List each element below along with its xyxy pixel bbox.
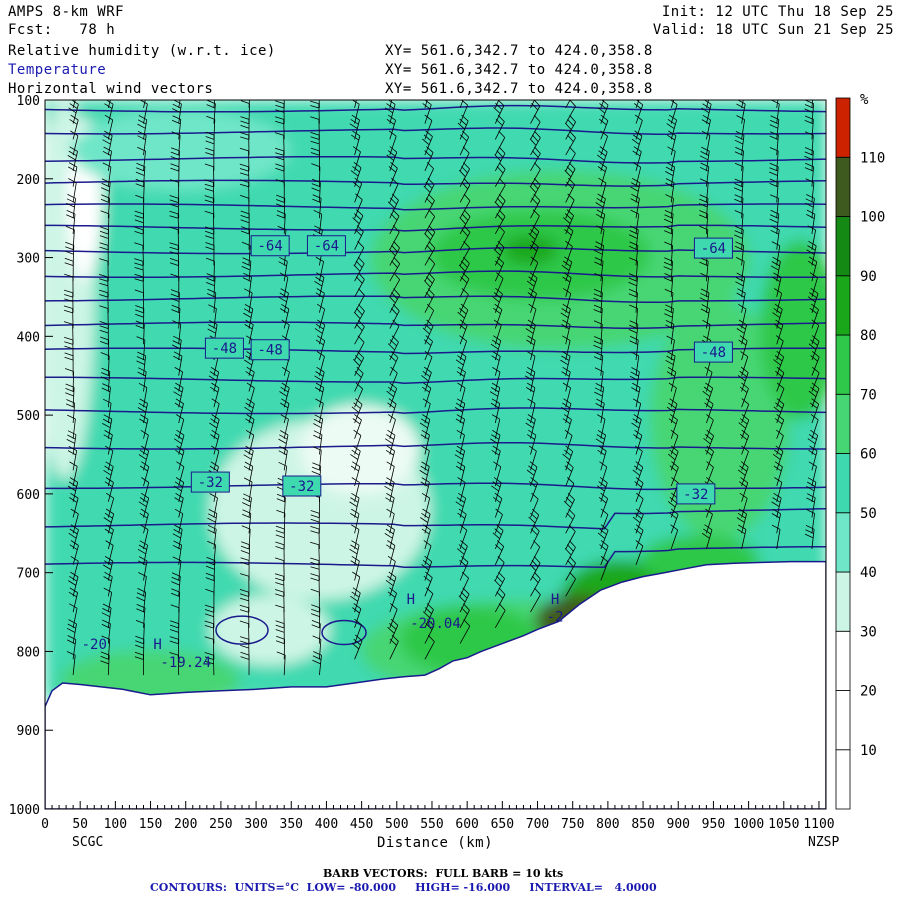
x-tick-label: 450 [350,817,373,832]
temperature-label: -32 [683,487,708,503]
temperature-label: -48 [212,341,237,357]
colorbar-tick-label: 100 [860,210,885,226]
y-tick-label: 300 [17,252,40,267]
colorbar-segment [835,393,851,454]
colorbar-tick-label: 10 [860,743,877,759]
extrema-label: -20 [82,637,107,653]
x-tick-label: 500 [385,817,408,832]
temperature-label: -64 [701,241,726,257]
extrema-label: H [153,637,161,653]
x-tick-label: 650 [491,817,514,832]
x-axis-label: Distance (km) [377,835,493,851]
colorbar-tick-label: 20 [860,684,877,700]
extrema-label: -19.24 [160,655,211,671]
colorbar-segment [835,216,851,277]
x-tick-label: 850 [631,817,654,832]
cross-section-chart: -64 -64 -64-48 -48 -48-32 -32 -32 -20 H-19.24H-… [9,92,886,851]
y-tick-label: 200 [17,173,40,188]
x-tick-label: 1050 [768,817,799,832]
x-tick-label: 550 [420,817,443,832]
extrema-label: H [407,592,415,608]
x-tick-label: 1100 [803,817,834,832]
colorbar-tick-label: 70 [860,387,877,403]
x-tick-label: 100 [104,817,127,832]
plot-area: -64 -64 -64 -48 -48 -48 -32 -32 -32 -20 H -19.24 H -… [45,100,826,809]
x-endpoint-left: SCGC [72,835,103,850]
temperature-label: -64 [314,239,339,255]
extrema-label: -20.04 [410,616,461,632]
x-tick-label: 600 [455,817,478,832]
colorbar-segment [835,571,851,632]
x-tick-label: 1000 [733,817,764,832]
colorbar-tick-label: 110 [860,150,885,166]
x-tick-label: 900 [667,817,690,832]
colorbar-tick-label: 40 [860,565,877,581]
colorbar-tick-label: 60 [860,447,877,463]
x-tick-label: 400 [315,817,338,832]
y-tick-label: 700 [17,567,40,582]
x-tick-label: 200 [174,817,197,832]
x-tick-label: 0 [41,817,49,832]
colorbar-tick-label: 50 [860,506,877,522]
colorbar-segment [835,512,851,573]
temperature-label: -64 [258,239,283,255]
y-tick-label: 600 [17,488,40,503]
x-tick-label: 800 [596,817,619,832]
rh-moist-max [502,235,558,265]
temperature-label: -32 [289,479,314,495]
y-tick-label: 900 [17,724,40,739]
y-tick-label: 400 [17,330,40,345]
extrema-label: H [551,592,559,608]
x-tick-label: 300 [244,817,267,832]
temperature-label: -48 [258,343,283,359]
rh-colorbar: 10 20 30 40 50 60 70 80 90 100 110 [835,97,885,810]
barb-legend: BARB VECTORS: FULL BARB = 10 kts [323,867,564,880]
colorbar-tick-label: 30 [860,624,877,640]
y-tick-label: 500 [17,409,40,424]
y-tick-label: 1000 [9,803,40,818]
temperature-label: -48 [701,345,726,361]
rh-dry-low [210,595,330,665]
colorbar-tick-label: 90 [860,269,877,285]
colorbar-segment [835,749,851,810]
x-tick-label: 250 [209,817,232,832]
y-tick-label: 800 [17,645,40,660]
colorbar-segment [835,453,851,514]
x-endpoint-right: NZSP [808,835,839,850]
colorbar-tick-label: 80 [860,328,877,344]
y-tick-label: 100 [17,94,40,109]
extrema-label: -2 [547,610,564,626]
colorbar-segment [835,690,851,751]
colorbar-segment [835,334,851,395]
colorbar-segment [835,275,851,336]
x-tick-label: 950 [702,817,725,832]
rh-upper-band [70,110,290,190]
x-tick-label: 50 [72,817,88,832]
colorbar-segment [835,156,851,217]
contour-legend: CONTOURS: UNITS=°C LOW= -80.000 HIGH= -1… [150,881,657,894]
rh-moist-right [760,240,826,420]
x-tick-label: 350 [280,817,303,832]
temperature-label: -32 [198,475,223,491]
x-tick-label: 750 [561,817,584,832]
colorbar-segment [835,630,851,691]
x-tick-label: 700 [526,817,549,832]
x-tick-label: 150 [139,817,162,832]
colorbar-segment [835,97,851,158]
colorbar-unit: % [860,92,869,108]
